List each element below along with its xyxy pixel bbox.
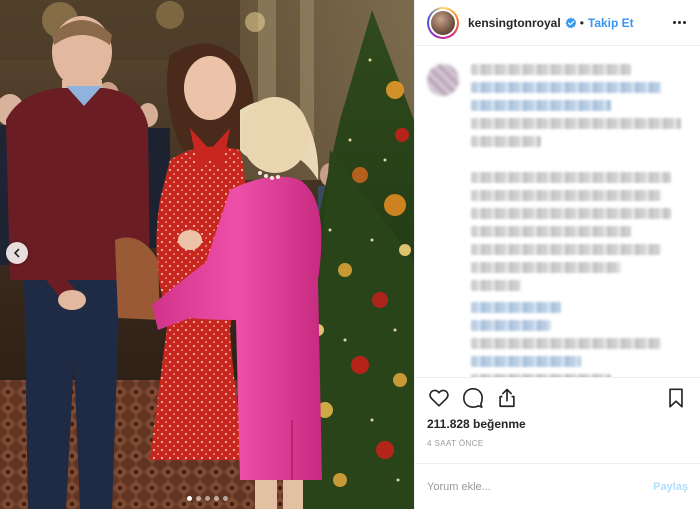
post-details-panel: kensingtonroyal • Takip Et 211.828 beğen…: [414, 0, 700, 509]
carousel-dot: [222, 496, 228, 501]
carousel-dot: [195, 496, 201, 501]
blurred-text: [471, 280, 521, 291]
bookmark-icon[interactable]: [664, 386, 688, 410]
follow-button[interactable]: Takip Et: [588, 16, 634, 30]
caption-avatar-blurred: [427, 64, 459, 96]
blurred-text: [471, 64, 631, 75]
carousel-prev-button[interactable]: [6, 242, 28, 264]
blurred-text: [471, 190, 661, 201]
comment-input[interactable]: [427, 480, 654, 493]
verified-badge-icon: [565, 17, 577, 29]
post-comment-button[interactable]: Paylaş: [653, 481, 688, 493]
chevron-left-icon: [14, 248, 20, 258]
photo-illustration: [0, 0, 414, 509]
blurred-text: [471, 374, 611, 377]
blurred-text: [471, 226, 631, 237]
blurred-text: [471, 82, 661, 93]
likes-count[interactable]: 211.828 beğenme: [415, 417, 700, 433]
author-username[interactable]: kensingtonroyal: [468, 16, 561, 30]
blurred-text: [471, 118, 681, 129]
post-header: kensingtonroyal • Takip Et: [415, 0, 700, 46]
blurred-text: [471, 208, 671, 219]
avatar-ring: [429, 8, 457, 37]
blurred-text: [471, 136, 541, 147]
blurred-text: [471, 302, 561, 313]
blurred-text: [471, 244, 661, 255]
blurred-text: [471, 172, 671, 183]
post-timestamp[interactable]: 4 SAAT ÖNCE: [415, 433, 700, 457]
more-options-icon[interactable]: [669, 17, 690, 28]
action-bar: [415, 377, 700, 417]
blurred-text: [471, 356, 581, 367]
blurred-text: [471, 262, 621, 273]
share-icon[interactable]: [495, 386, 519, 410]
header-separator: •: [579, 15, 584, 30]
comment-icon[interactable]: [461, 386, 485, 410]
avatar-image: [431, 10, 455, 35]
blurred-text: [471, 338, 661, 349]
carousel-dot: [213, 496, 219, 501]
blurred-text: [471, 100, 611, 111]
carousel-indicator: [0, 496, 414, 501]
blurred-text: [471, 320, 551, 331]
post-photo[interactable]: [0, 0, 414, 509]
carousel-dot: [204, 496, 210, 501]
post-modal: kensingtonroyal • Takip Et 211.828 beğen…: [0, 0, 700, 509]
add-comment-bar: Paylaş: [415, 463, 700, 509]
caption-area: [415, 46, 700, 377]
heart-icon[interactable]: [427, 386, 451, 410]
author-avatar[interactable]: [427, 6, 459, 39]
carousel-dot: [186, 496, 192, 501]
